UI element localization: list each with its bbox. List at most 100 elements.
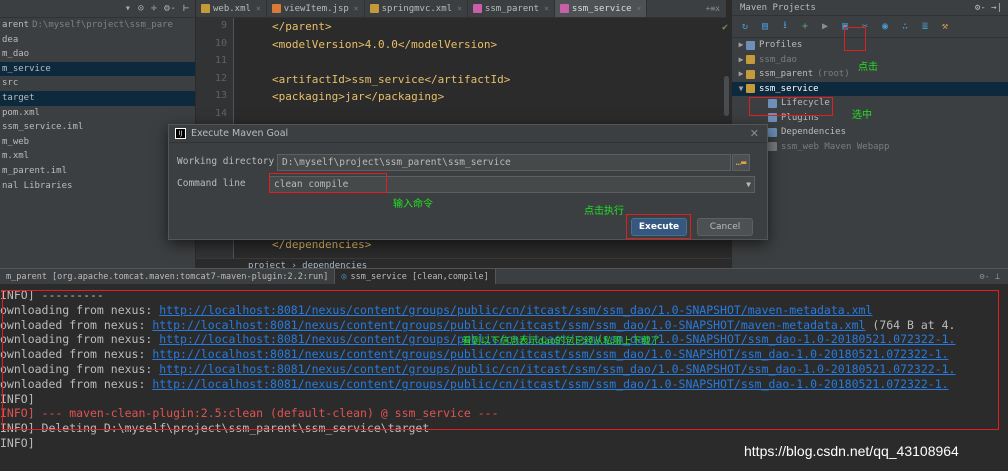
execute-button[interactable]: Execute: [631, 218, 687, 236]
tree-item-label: nal Libraries: [2, 180, 73, 191]
tree-item-label: m_web: [2, 136, 30, 147]
maven-tree-label: ssm_web Maven Webapp: [781, 141, 890, 152]
file-type-icon: [201, 4, 210, 13]
tab-label: springmvc.xml: [381, 3, 453, 14]
close-icon[interactable]: ×: [256, 4, 261, 13]
tab-label: ssm_parent: [484, 3, 540, 14]
line-number: 10: [214, 37, 227, 49]
run-tab-ssm-service[interactable]: ◎ ssm_service [clean,compile]: [334, 269, 496, 284]
target-icon[interactable]: ⊙: [138, 3, 144, 14]
tab-web-xml[interactable]: web.xml ×: [196, 0, 267, 17]
project-panel: ▾ ⊙ ÷ ⚙- ⊢ arent D:\myself\project\ssm_pa…: [0, 0, 196, 268]
console-text: ownloading from nexus:: [0, 362, 160, 376]
project-tree-item[interactable]: dea: [0, 33, 195, 48]
dialog-title-bar[interactable]: IJ Execute Maven Goal ✕: [169, 125, 767, 143]
maven-tree-item[interactable]: ▼ ssm_service: [732, 81, 1008, 97]
console-text: INFO] --- maven-clean-plugin:2.5:clean (…: [0, 406, 499, 421]
label-text: Working directory: [177, 156, 275, 167]
command-value: clean compile: [274, 179, 349, 190]
project-tree-item[interactable]: m_service: [0, 61, 195, 77]
toggle-offline-icon[interactable]: ✂: [858, 20, 872, 34]
project-tree-item[interactable]: m.xml: [0, 149, 195, 164]
annotation-click: 点击: [858, 62, 878, 73]
console-link[interactable]: http://localhost:8081/nexus/content/grou…: [159, 362, 955, 376]
command-line-input[interactable]: clean compile ▼: [269, 176, 755, 193]
run-tool-window-header: m_parent [org.apache.tomcat.maven:tomcat…: [0, 268, 1008, 284]
console-line: INFO] Deleting D:\myself\project\ssm_par…: [0, 421, 429, 435]
folder-browse-icon[interactable]: …▬: [732, 154, 750, 171]
show-dependencies-icon[interactable]: ∴: [898, 20, 912, 34]
add-icon[interactable]: +: [798, 20, 812, 34]
close-icon[interactable]: ✕: [750, 127, 759, 140]
working-directory-field[interactable]: D:\myself\project\ssm_parent\ssm_service: [277, 154, 731, 171]
project-tree-item[interactable]: m_web: [0, 135, 195, 150]
project-tree-item[interactable]: nal Libraries: [0, 179, 195, 194]
gear-icon[interactable]: ⚙-: [164, 3, 176, 14]
maven-tree-item[interactable]: ssm_web Maven Webapp: [732, 140, 1008, 155]
maven-tree-label: Plugins: [781, 112, 819, 123]
project-tree-item[interactable]: target: [0, 90, 195, 106]
tree-item-label: m_parent.iml: [2, 165, 68, 176]
chevron-right-icon[interactable]: ▶: [736, 67, 746, 82]
tab-springmvc-xml[interactable]: springmvc.xml ×: [365, 0, 468, 17]
console-text: ownloading from nexus:: [0, 302, 160, 317]
tab-ssm-parent[interactable]: ssm_parent ×: [468, 0, 555, 17]
execute-goal-icon[interactable]: ▣: [838, 20, 852, 34]
console-line: ownloaded from nexus: http://localhost:8…: [0, 347, 949, 361]
hide-icon[interactable]: ⊢: [183, 3, 189, 14]
tab-viewitem-jsp[interactable]: viewItem.jsp ×: [267, 0, 365, 17]
tab-ssm-service[interactable]: ssm_service ×: [554, 0, 648, 17]
maven-tree-item[interactable]: ▶ Profiles: [732, 38, 1008, 53]
maven-panel-options[interactable]: ⚙- →|: [975, 3, 1002, 13]
close-icon[interactable]: ×: [637, 4, 642, 13]
maven-module-icon: [746, 84, 755, 94]
split-icon[interactable]: ÷: [151, 3, 157, 14]
run-tab-label: ssm_service [clean,compile]: [350, 271, 489, 282]
maven-toolbar: ↻ ▤ ⭳ + ▶ ▣ ✂ ◉ ∴ ≣ ⚒: [732, 16, 1008, 38]
console-link[interactable]: http://localhost:8081/nexus/content/grou…: [159, 303, 872, 317]
settings-icon[interactable]: ⚒: [938, 20, 952, 34]
close-icon[interactable]: ×: [457, 4, 462, 13]
annotation-log-note: 看到以下信息表示dao的包已经从私服上下载了: [462, 336, 661, 347]
project-tree-item[interactable]: ssm_service.iml: [0, 120, 195, 135]
project-tree-item[interactable]: pom.xml: [0, 106, 195, 121]
editor-breadcrumb[interactable]: project › dependencies: [196, 258, 731, 268]
chevron-right-icon[interactable]: ▶: [736, 53, 746, 68]
console-link[interactable]: http://localhost:8081/nexus/content/grou…: [152, 318, 865, 332]
close-icon[interactable]: ×: [544, 4, 549, 13]
chevron-down-icon[interactable]: ▼: [746, 177, 751, 192]
check-icon: ✔: [721, 22, 728, 33]
skip-tests-icon[interactable]: ◉: [878, 20, 892, 34]
tab-overflow-menu[interactable]: +≡x: [700, 0, 726, 17]
gear-icon[interactable]: ⚙- ⊥: [980, 272, 1008, 282]
run-tab-tomcat[interactable]: m_parent [org.apache.tomcat.maven:tomcat…: [0, 269, 334, 284]
console-line: ownloaded from nexus: http://localhost:8…: [0, 318, 955, 332]
chevron-right-icon[interactable]: ▶: [736, 38, 746, 53]
annotation-type-command: 输入命令: [393, 199, 433, 210]
close-icon[interactable]: ×: [354, 4, 359, 13]
download-icon[interactable]: ⭳: [778, 20, 792, 34]
project-tree-item[interactable]: m_parent.iml: [0, 164, 195, 179]
console-line: INFO] --- maven-clean-plugin:2.5:clean (…: [0, 406, 499, 420]
console-link[interactable]: http://localhost:8081/nexus/content/grou…: [152, 347, 948, 361]
tab-label: viewItem.jsp: [283, 3, 349, 14]
chevron-down-icon[interactable]: ▼: [736, 82, 746, 97]
console-text: ownloading from nexus:: [0, 332, 160, 347]
run-icon[interactable]: ▶: [818, 20, 832, 34]
chevron-down-icon[interactable]: ▾: [125, 3, 131, 14]
maven-module-icon: [768, 98, 777, 108]
project-tree-item[interactable]: m_dao: [0, 47, 195, 62]
maven-tree-label: Lifecycle: [781, 98, 830, 108]
cancel-button[interactable]: Cancel: [697, 218, 753, 236]
maven-tree-item[interactable]: Dependencies: [732, 125, 1008, 140]
file-type-icon: [472, 4, 482, 13]
collapse-icon[interactable]: ≣: [918, 20, 932, 34]
tab-list: web.xml × viewItem.jsp × springmvc.xml × ssm_p…: [196, 0, 648, 17]
generate-icon[interactable]: ▤: [758, 20, 772, 34]
refresh-icon[interactable]: ↻: [738, 20, 752, 34]
console-link[interactable]: http://localhost:8081/nexus/content/grou…: [152, 377, 948, 391]
project-tree-item[interactable]: arent D:\myself\project\ssm_pare: [0, 18, 195, 33]
project-tree-item[interactable]: src: [0, 76, 195, 91]
editor-scrollbar[interactable]: [724, 76, 729, 116]
console-text: INFO]: [0, 436, 35, 450]
